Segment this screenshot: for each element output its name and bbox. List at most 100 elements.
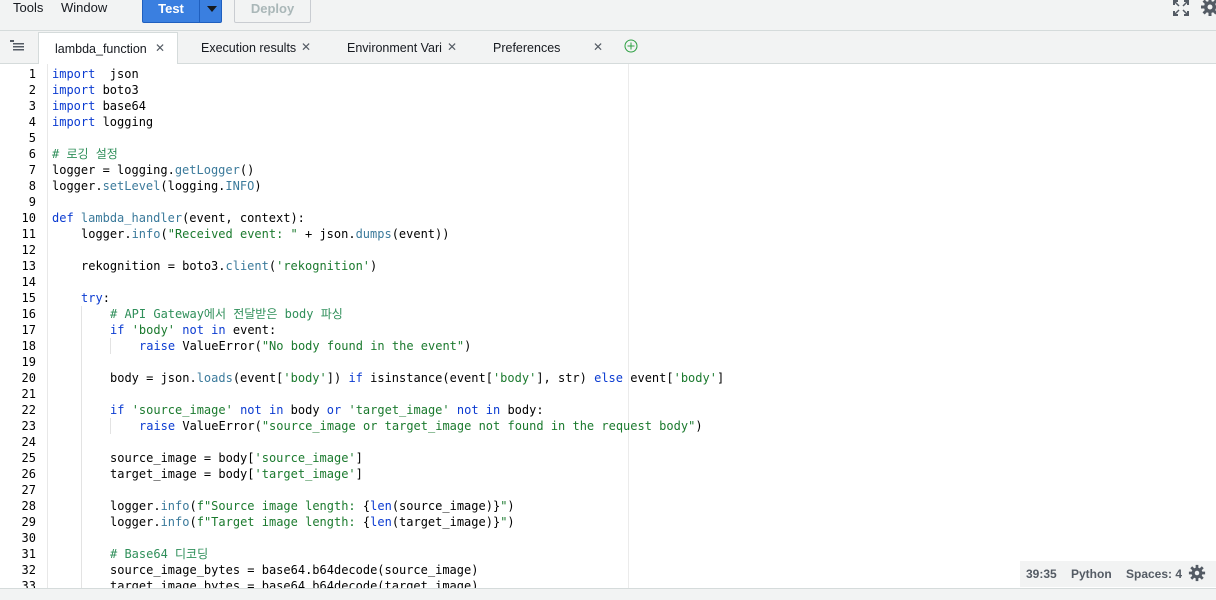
code-text: logger.setLevel(logging.INFO) [52,178,262,194]
code-token: boto3 [95,83,139,97]
line-number: 4 [28,115,36,129]
code-token: ( [160,227,168,241]
test-dropdown-icon[interactable] [207,6,217,12]
code-text: source_image_bytes = base64.b64decode(so… [110,562,478,578]
language-mode[interactable]: Python [1071,567,1112,581]
code-line[interactable]: 21 [0,386,1216,402]
code-line[interactable]: 7 logger = logging.getLogger() [0,162,1216,178]
code-token: source_image = body[ [110,451,255,465]
indent-guide [81,482,82,498]
code-line[interactable]: 1 import json [0,66,1216,82]
code-token: ValueError( [175,419,262,433]
line-number: 15 [21,291,36,305]
code-line[interactable]: 16 # API Gateway에서 전달받은 body 파싱 [0,306,1216,322]
code-line[interactable]: 29 logger.info(f"Target image length: {le… [0,514,1216,530]
code-line[interactable]: 25 source_image = body['source_image'] [0,450,1216,466]
code-line[interactable]: 11 logger.info("Received event: " + json.… [0,226,1216,242]
code-line[interactable]: 31 # Base64 디코딩 [0,546,1216,562]
code-text: try: [81,290,110,306]
tab-environment-variables[interactable]: Environment Vari ✕ [332,32,462,64]
code-line[interactable]: 20 body = json.loads(event['body']) if is… [0,370,1216,386]
code-line[interactable]: 19 [0,354,1216,370]
code-token: f"Target image length: [196,515,363,529]
indent-guide [81,338,82,354]
code-text: import logging [52,114,153,130]
file-tree-toggle-icon[interactable] [10,40,24,52]
code-token: 'source_image' [254,451,356,465]
code-line[interactable]: 23 raise ValueError("source_image or targ… [0,418,1216,434]
code-line[interactable]: 22 if 'source_image' not in body or 'targ… [0,402,1216,418]
code-token: 'target_image' [348,403,450,417]
code-token: try [81,291,103,305]
code-line[interactable]: 17 if 'body' not in event: [0,322,1216,338]
indent-guide [110,418,111,434]
fullscreen-icon[interactable] [1173,0,1189,16]
menu-window[interactable]: Window [61,0,107,16]
code-line[interactable]: 6 # 로깅 설정 [0,146,1216,162]
code-token: logger = logging. [52,163,175,177]
tab-preferences[interactable]: Preferences ✕ [478,32,608,64]
code-token: logger. [110,515,161,529]
code-line[interactable]: 3 import base64 [0,98,1216,114]
add-tab-icon[interactable] [624,39,638,53]
code-line[interactable]: 18 raise ValueError("No body found in the… [0,338,1216,354]
test-button[interactable]: Test [142,0,222,23]
menu-tools[interactable]: Tools [13,0,43,16]
code-token: INFO [225,179,255,193]
line-number: 8 [28,179,36,193]
code-line[interactable]: 14 [0,274,1216,290]
code-text: logger.info(f"Target image length: {len(… [110,514,515,530]
code-token: ) [507,499,515,513]
code-line[interactable]: 28 logger.info(f"Source image length: {le… [0,498,1216,514]
indent-guide [81,402,82,418]
code-token: (target_image)} [391,515,501,529]
line-number: 14 [21,275,36,289]
code-line[interactable]: 10 def lambda_handler(event, context): [0,210,1216,226]
code-text: import json [52,66,139,82]
code-token: target_image = body[ [110,467,255,481]
line-number: 31 [21,547,36,561]
code-line[interactable]: 27 [0,482,1216,498]
code-text: import base64 [52,98,146,114]
editor-settings-gear-icon[interactable] [1188,564,1206,582]
close-icon[interactable]: ✕ [155,41,165,55]
deploy-button[interactable]: Deploy [234,0,311,23]
indent-guide [81,578,82,588]
code-line[interactable]: 24 [0,434,1216,450]
indent-guide [81,386,82,402]
code-line[interactable]: 9 [0,194,1216,210]
code-token: body: [500,403,544,417]
code-line[interactable]: 12 [0,242,1216,258]
code-line[interactable]: 4 import logging [0,114,1216,130]
cursor-position: 39:35 [1026,567,1057,581]
tab-execution-results[interactable]: Execution results ✕ [186,32,316,64]
close-icon[interactable]: ✕ [447,40,457,54]
code-line[interactable]: 8 logger.setLevel(logging.INFO) [0,178,1216,194]
code-line[interactable]: 13 rekognition = boto3.client('rekognitio… [0,258,1216,274]
code-line[interactable]: 15 try: [0,290,1216,306]
code-token: info [160,499,190,513]
bottom-panel-bar [0,588,1216,600]
line-number: 17 [21,323,36,337]
code-line[interactable]: 2 import boto3 [0,82,1216,98]
code-line[interactable]: 30 [0,530,1216,546]
test-button-label[interactable]: Test [143,1,199,16]
code-token: 'rekognition' [276,259,371,273]
code-line[interactable]: 26 target_image = body['target_image'] [0,466,1216,482]
code-text: raise ValueError("source_image or target… [139,418,703,434]
close-icon[interactable]: ✕ [593,40,603,54]
close-icon[interactable]: ✕ [301,40,311,54]
code-token: (event[ [232,371,284,385]
code-token: rekognition = boto3. [81,259,226,273]
code-editor[interactable]: 1 import json 2 import boto3 3 import base64 4… [0,64,1216,588]
code-line[interactable]: 5 [0,130,1216,146]
indent-guide [81,434,82,450]
code-token: lambda_handler [80,211,183,225]
settings-gear-icon[interactable] [1200,0,1216,17]
code-token: if [110,403,125,417]
code-text: rekognition = boto3.client('rekognition'… [81,258,377,274]
tab-lambda-function[interactable]: lambda_function ✕ [38,32,178,65]
indent-setting[interactable]: Spaces: 4 [1126,567,1182,581]
